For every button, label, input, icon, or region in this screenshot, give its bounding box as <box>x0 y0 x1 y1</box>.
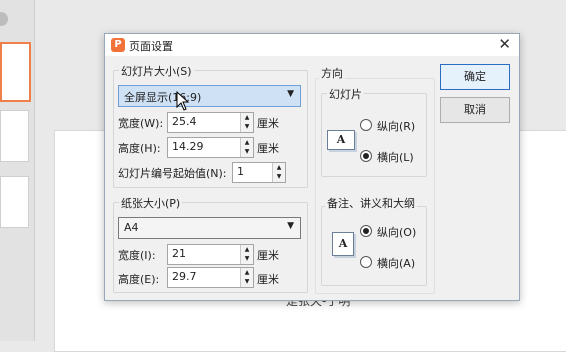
slide-width-label: 宽度(W): <box>118 117 164 130</box>
notes-orientation-legend: 备注、讲义和大纲 <box>325 195 417 211</box>
start-number-label: 幻灯片编号起始值(N): <box>118 167 227 180</box>
spin-down-icon[interactable]: ▼ <box>241 254 253 263</box>
slide-size-legend: 幻灯片大小(S) <box>119 63 194 79</box>
radio-icon[interactable] <box>360 225 372 237</box>
unit-label: 厘米 <box>257 249 279 262</box>
spin-up-icon[interactable]: ▲ <box>241 113 253 122</box>
cancel-button[interactable]: 取消 <box>440 97 510 123</box>
paper-height-label: 高度(E): <box>118 273 160 286</box>
paper-size-legend: 纸张大小(P) <box>119 195 183 211</box>
slide-height-label: 高度(H): <box>118 142 161 155</box>
spin-up-icon[interactable]: ▲ <box>273 163 285 172</box>
spin-down-icon[interactable]: ▼ <box>241 122 253 131</box>
ok-button[interactable]: 确定 <box>440 64 510 90</box>
spin-buttons[interactable]: ▲ ▼ <box>240 113 253 132</box>
slide-thumbnail[interactable] <box>0 176 29 228</box>
slide-thumbnail[interactable] <box>0 42 31 102</box>
radio-icon[interactable] <box>360 150 372 162</box>
spin-up-icon[interactable]: ▲ <box>241 245 253 254</box>
slide-height-value: 14.29 <box>172 140 204 153</box>
slide-thumbnail-rail <box>0 0 35 341</box>
spin-down-icon[interactable]: ▼ <box>241 277 253 286</box>
start-number-input[interactable]: 1 ▲ ▼ <box>232 162 286 183</box>
spin-down-icon[interactable]: ▼ <box>241 147 253 156</box>
slide-thumbnail[interactable] <box>0 110 29 162</box>
paper-size-select[interactable]: A4 ▼ <box>118 217 301 239</box>
unit-label: 厘米 <box>257 142 279 155</box>
rail-indicator-icon <box>0 12 8 26</box>
paper-width-label: 宽度(I): <box>118 249 156 262</box>
slides-orientation-legend: 幻灯片 <box>327 86 364 102</box>
close-icon[interactable]: ✕ <box>498 36 511 52</box>
unit-label: 厘米 <box>257 273 279 286</box>
spin-buttons[interactable]: ▲ ▼ <box>240 138 253 157</box>
slide-size-select[interactable]: 全屏显示(16:9) ▼ <box>118 85 301 107</box>
spin-up-icon[interactable]: ▲ <box>241 138 253 147</box>
spin-buttons[interactable]: ▲ ▼ <box>272 163 285 182</box>
slide-width-value: 25.4 <box>172 115 197 128</box>
spin-buttons[interactable]: ▲ ▼ <box>240 245 253 264</box>
page-setup-dialog: P 页面设置 ✕ 幻灯片大小(S) 全屏显示(16:9) ▼ 宽度(W): 25… <box>104 33 520 301</box>
dialog-titlebar: P 页面设置 ✕ <box>105 34 519 56</box>
radio-label: 横向(A) <box>377 257 416 270</box>
radio-icon[interactable] <box>360 256 372 268</box>
paper-height-input[interactable]: 29.7 ▲ ▼ <box>167 267 254 288</box>
mouse-pointer-icon <box>176 91 190 111</box>
spin-down-icon[interactable]: ▼ <box>273 172 285 181</box>
app-logo-icon: P <box>111 38 125 52</box>
portrait-page-icon: A <box>332 232 354 256</box>
landscape-page-icon: A <box>327 130 355 150</box>
paper-height-value: 29.7 <box>172 270 197 283</box>
radio-label: 横向(L) <box>377 151 414 164</box>
slide-width-input[interactable]: 25.4 ▲ ▼ <box>167 112 254 133</box>
radio-label: 纵向(O) <box>377 226 417 239</box>
chevron-down-icon: ▼ <box>287 221 294 231</box>
paper-width-value: 21 <box>172 247 186 260</box>
paper-width-input[interactable]: 21 ▲ ▼ <box>167 244 254 265</box>
orientation-legend: 方向 <box>319 65 345 81</box>
spin-buttons[interactable]: ▲ ▼ <box>240 268 253 287</box>
spin-up-icon[interactable]: ▲ <box>241 268 253 277</box>
chevron-down-icon: ▼ <box>287 89 294 99</box>
radio-icon[interactable] <box>360 119 372 131</box>
dialog-title: 页面设置 <box>129 40 173 53</box>
start-number-value: 1 <box>237 165 244 178</box>
unit-label: 厘米 <box>257 117 279 130</box>
paper-size-value: A4 <box>124 221 139 234</box>
slide-height-input[interactable]: 14.29 ▲ ▼ <box>167 137 254 158</box>
radio-label: 纵向(R) <box>377 120 416 133</box>
